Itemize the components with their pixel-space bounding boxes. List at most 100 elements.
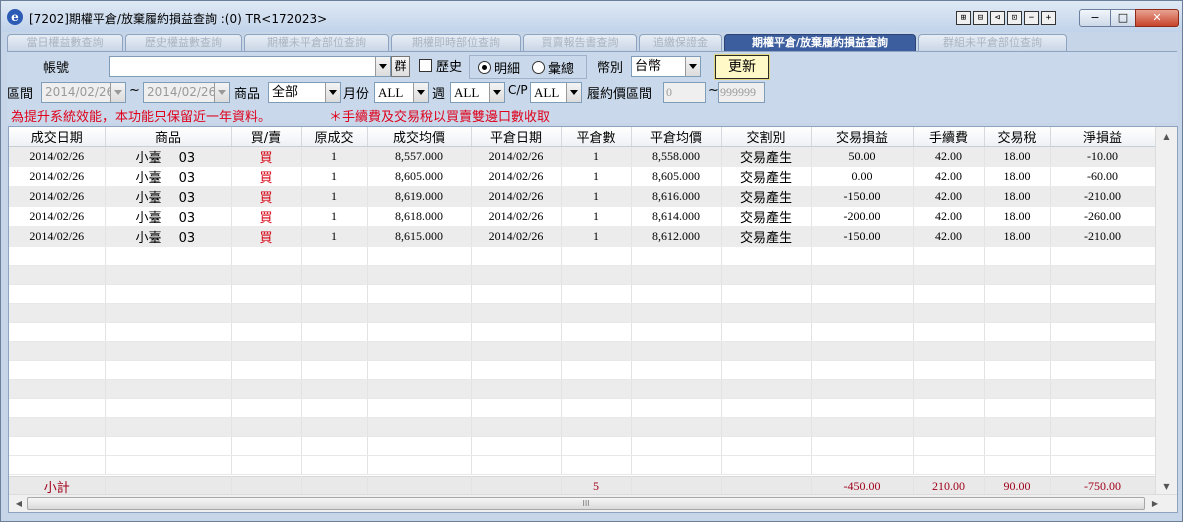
chevron-down-icon[interactable] [413,83,428,102]
col-trade-pnl[interactable]: 交易損益 [811,127,914,147]
chevron-down-icon[interactable] [214,83,229,102]
split-vertical-icon[interactable]: ⊟ [973,11,988,25]
empty-cell [9,246,106,266]
empty-cell [984,322,1051,342]
col-fee[interactable]: 手續費 [913,127,985,147]
cell-avg-price: 8,557.000 [367,146,472,167]
scroll-left-icon[interactable]: ◀ [11,495,27,512]
update-button[interactable]: 更新 [714,54,770,80]
col-net-pnl[interactable]: 淨損益 [1050,127,1156,147]
cp-dropdown[interactable]: ALL [530,82,582,103]
tab-open-positions[interactable]: 期權未平倉部位查詢 [244,34,389,51]
empty-cell [301,379,368,399]
empty-cell [631,417,722,437]
empty-row [9,322,1156,342]
strike-range-label: 履約價區間 [587,87,653,102]
summary-radio[interactable] [532,61,545,74]
strike-from-input[interactable]: 0 [663,82,706,103]
table-row[interactable]: 2014/02/26 小臺 03 買 1 8,615.000 2014/02/26 1 8,6… [9,226,1156,247]
chevron-down-icon[interactable] [489,83,504,102]
col-trade-date[interactable]: 成交日期 [9,127,106,147]
range-label: 區間 [7,87,34,102]
cell-product: 小臺 03 [105,166,232,187]
date-from-dropdown[interactable]: 2014/02/26 [41,82,126,103]
cell-settlement-type: 交易產生 [721,226,812,247]
restore-layout-icon[interactable]: ⊡ [1007,11,1022,25]
font-smaller-icon[interactable]: − [1024,11,1039,25]
tab-history-equity[interactable]: 歷史權益數查詢 [125,34,242,51]
scroll-down-icon[interactable]: ▼ [1156,479,1177,495]
empty-cell [471,341,562,361]
vertical-scrollbar[interactable]: ▲ ▼ [1155,127,1177,495]
scroll-up-icon[interactable]: ▲ [1156,129,1177,145]
product-dropdown[interactable]: 全部 [268,82,341,103]
table-row[interactable]: 2014/02/26 小臺 03 買 1 8,557.000 2014/02/26 1 8,5… [9,146,1156,167]
empty-cell [631,265,722,285]
chevron-down-icon[interactable] [325,83,340,102]
link-left-icon[interactable]: ⊲ [990,11,1005,25]
cp-value: ALL [534,85,560,100]
tab-group-positions[interactable]: 群組未平倉部位查詢 [918,34,1067,51]
empty-cell [301,417,368,437]
empty-cell [9,455,106,475]
table-row[interactable]: 2014/02/26 小臺 03 買 1 8,605.000 2014/02/26 1 8,6… [9,166,1156,187]
title-bar[interactable]: e [7202]期權平倉/放棄履約損益查詢 :(0) TR<172023> ⊞ … [1,1,1182,32]
week-dropdown[interactable]: ALL [450,82,505,103]
empty-cell [367,341,472,361]
col-side[interactable]: 買/賣 [231,127,302,147]
col-close-date[interactable]: 平倉日期 [471,127,562,147]
table-row[interactable]: 2014/02/26 小臺 03 買 1 8,619.000 2014/02/26 1 8,6… [9,186,1156,207]
empty-cell [9,398,106,418]
empty-cell [561,398,632,418]
scroll-thumb[interactable]: III [27,497,1145,510]
cell-trade-date: 2014/02/26 [9,166,106,187]
col-close-avg-price[interactable]: 平倉均價 [631,127,722,147]
empty-cell [913,284,985,304]
empty-cell [913,303,985,323]
col-close-qty[interactable]: 平倉數 [561,127,632,147]
chevron-down-icon[interactable] [110,83,125,102]
month-dropdown[interactable]: ALL [374,82,429,103]
strike-to-input[interactable]: 999999 [718,82,765,103]
col-tax[interactable]: 交易稅 [984,127,1051,147]
account-dropdown[interactable] [109,56,391,77]
group-button[interactable]: 群 [391,56,410,77]
currency-dropdown[interactable]: 台幣 [631,56,701,77]
tab-realtime-positions[interactable]: 期權即時部位查詢 [391,34,521,51]
chevron-down-icon[interactable] [375,57,390,76]
chevron-down-icon[interactable] [685,57,700,76]
col-settlement-type[interactable]: 交割別 [721,127,812,147]
horizontal-scrollbar[interactable]: ◀ III ▶ [9,494,1177,512]
cell-side: 買 [231,226,302,247]
split-horizontal-icon[interactable]: ⊞ [956,11,971,25]
empty-row [9,360,1156,380]
empty-cell [984,303,1051,323]
empty-cell [1050,303,1156,323]
chevron-down-icon[interactable] [566,83,581,102]
empty-cell [105,398,232,418]
maximize-button[interactable]: □ [1110,9,1136,27]
cell-trade-date: 2014/02/26 [9,186,106,207]
detail-radio[interactable] [478,61,491,74]
col-avg-price[interactable]: 成交均價 [367,127,472,147]
history-checkbox[interactable] [419,59,432,72]
empty-cell [631,284,722,304]
tab-margin-call[interactable]: 追繳保證金 [639,34,722,51]
cell-net-pnl: -60.00 [1050,166,1156,187]
col-product[interactable]: 商品 [105,127,232,147]
table-row[interactable]: 2014/02/26 小臺 03 買 1 8,618.000 2014/02/26 1 8,6… [9,206,1156,227]
empty-cell [561,303,632,323]
empty-cell [231,455,302,475]
tab-trade-report[interactable]: 買賣報告書查詢 [523,34,637,51]
col-orig-qty[interactable]: 原成交 [301,127,368,147]
empty-cell [721,303,812,323]
font-larger-icon[interactable]: + [1041,11,1056,25]
date-to-dropdown[interactable]: 2014/02/26 [143,82,230,103]
empty-cell [1050,246,1156,266]
tab-close-pnl[interactable]: 期權平倉/放棄履約損益查詢 [724,34,916,51]
scroll-right-icon[interactable]: ▶ [1147,495,1163,512]
cell-net-pnl: -10.00 [1050,146,1156,167]
close-button[interactable]: ✕ [1135,9,1179,27]
tab-daily-equity[interactable]: 當日權益數查詢 [7,34,123,51]
minimize-button[interactable]: − [1079,9,1111,27]
